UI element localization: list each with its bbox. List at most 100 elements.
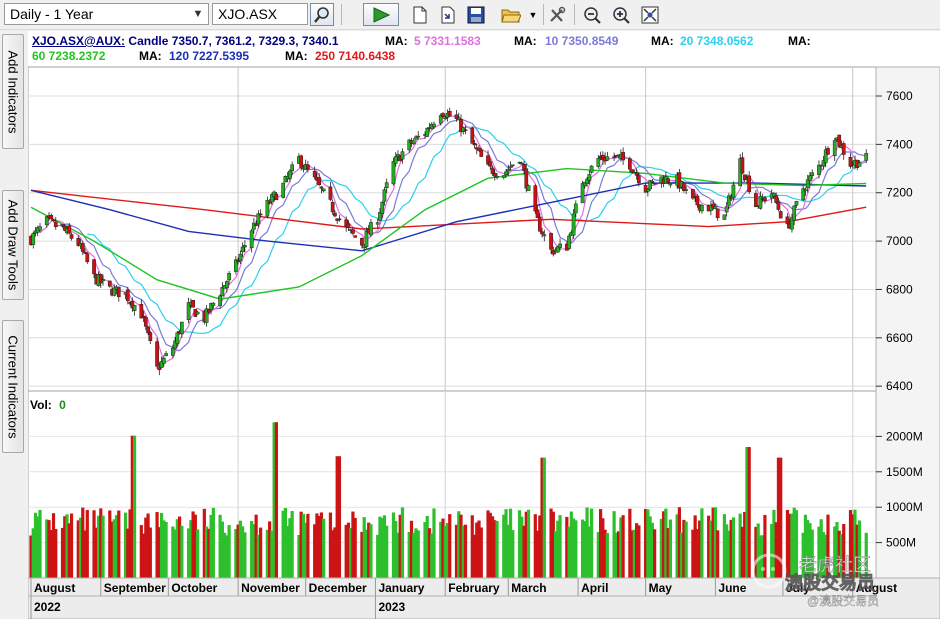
candle-body	[49, 215, 54, 220]
zoom-in-button[interactable]	[609, 3, 633, 26]
new-page-button[interactable]	[408, 3, 432, 26]
month-label: December	[309, 581, 367, 595]
candle-body	[724, 206, 729, 213]
volume-bar	[857, 520, 862, 578]
save-button[interactable]	[464, 3, 488, 26]
candle-body	[179, 321, 184, 335]
export-button[interactable]	[436, 3, 460, 26]
ma-label-4: MA:	[788, 34, 811, 48]
candle-body	[391, 161, 396, 185]
candle-body	[80, 243, 85, 252]
candle-body	[328, 186, 333, 200]
candle-body	[141, 315, 146, 318]
volume-bar	[85, 510, 89, 578]
candle-body	[479, 149, 484, 157]
candle-body	[628, 158, 632, 170]
ma60-value: 60 7238.2372	[32, 49, 106, 63]
open-dropdown-button[interactable]: ▼	[526, 3, 540, 26]
candle-body	[364, 231, 369, 248]
toolbar-separator	[341, 4, 342, 25]
candle-body	[425, 128, 430, 137]
candle-body	[400, 151, 405, 160]
symbol-label: XJO.ASX@AUX:	[32, 34, 126, 48]
candle-body	[817, 164, 821, 175]
chart-area[interactable]: XJO.ASX@AUX: Candle 7350.7, 7361.2, 7329…	[27, 31, 940, 619]
volume-bar	[117, 510, 121, 578]
volume-bar	[211, 507, 215, 578]
candle-body	[211, 302, 216, 306]
volume-bar	[621, 515, 625, 578]
candle-body	[238, 253, 243, 261]
candle-body	[776, 201, 781, 210]
candle-body	[53, 221, 58, 228]
candle-body	[380, 201, 385, 214]
candle-body	[319, 186, 324, 189]
candle-body	[411, 140, 416, 145]
tools-button[interactable]	[545, 3, 569, 26]
volume-bar	[463, 524, 468, 578]
symbol-input-value: XJO.ASX	[218, 6, 278, 22]
price-tick-label: 7000	[886, 234, 913, 248]
candle-body	[51, 219, 56, 222]
candle-body	[774, 195, 779, 203]
volume-bar	[227, 525, 231, 578]
candle-body	[254, 224, 258, 226]
candle-body	[695, 195, 700, 206]
candle-body	[501, 175, 506, 178]
run-button[interactable]	[363, 3, 399, 26]
candle-body	[668, 182, 673, 186]
candle-body	[792, 205, 797, 221]
candle-body	[351, 229, 355, 234]
candle-body	[763, 197, 767, 202]
search-button[interactable]	[310, 3, 334, 26]
zoom-out-button[interactable]	[580, 3, 604, 26]
candle-body	[470, 127, 475, 144]
candle-body	[526, 185, 531, 191]
period-select[interactable]: Daily - 1 Year ▼	[4, 3, 209, 25]
ma20-value: 20 7348.0562	[680, 34, 754, 48]
tools-icon	[550, 6, 566, 22]
candle-body	[312, 171, 317, 178]
month-label: January	[378, 581, 424, 595]
volume-header: Vol: 0	[30, 398, 66, 412]
candle-body	[85, 253, 90, 263]
volume-bar	[243, 532, 247, 578]
volume-bar	[448, 514, 452, 578]
volume-bar	[668, 519, 672, 578]
zoom-in-icon	[613, 6, 630, 24]
open-button[interactable]	[494, 3, 528, 26]
month-label: July	[786, 581, 810, 595]
volume-label: Vol:	[30, 398, 52, 412]
candle-body	[207, 308, 211, 313]
zoom-fit-button[interactable]	[638, 3, 662, 26]
volume-bar	[101, 515, 105, 578]
price-tick-label: 7400	[886, 137, 913, 151]
candle-body	[612, 156, 616, 158]
candle-body	[333, 212, 337, 217]
month-label: August	[34, 581, 75, 595]
add-draw-tools-tab[interactable]: Add Draw Tools	[2, 190, 24, 300]
candle-body	[841, 143, 846, 155]
volume-bar	[763, 514, 767, 578]
candle-body	[441, 113, 445, 117]
candle-body	[832, 140, 837, 157]
candle-body	[731, 184, 736, 199]
volume-tick-label: 1000M	[886, 500, 923, 514]
volume-value: 0	[59, 398, 66, 412]
volume-bar	[605, 533, 609, 578]
ma-label-3: MA:	[651, 34, 674, 48]
current-indicators-tab[interactable]: Current Indicators	[2, 320, 24, 453]
candle-body	[495, 176, 499, 178]
candle-body	[384, 182, 389, 189]
candle-body	[132, 305, 137, 311]
volume-bar	[684, 521, 688, 578]
add-indicators-tab[interactable]: Add Indicators	[2, 34, 24, 149]
volume-bar	[716, 530, 720, 578]
ma10-value: 10 7350.8549	[545, 34, 619, 48]
candle-body	[540, 231, 544, 235]
candle-body	[490, 167, 495, 174]
volume-bar	[637, 525, 641, 578]
year-label: 2023	[378, 600, 405, 614]
symbol-input[interactable]: XJO.ASX	[212, 3, 308, 25]
period-select-value: Daily - 1 Year	[10, 6, 94, 22]
